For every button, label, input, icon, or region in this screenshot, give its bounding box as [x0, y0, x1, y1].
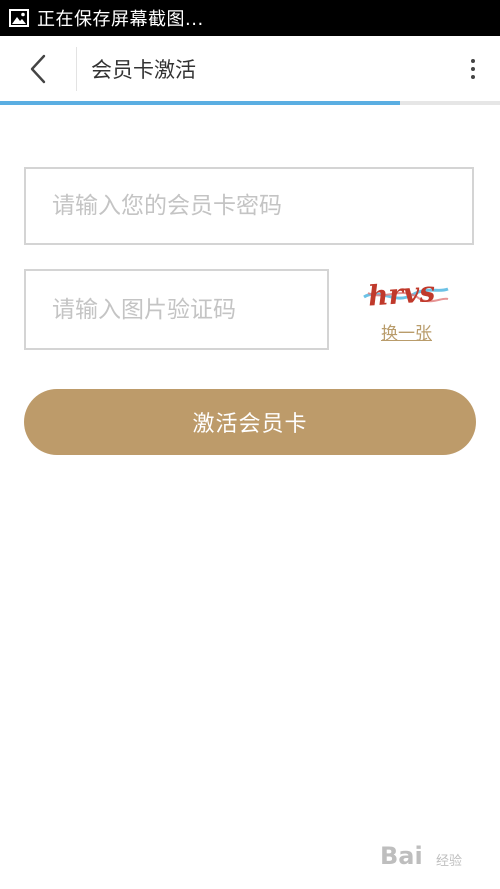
captcha-image[interactable]: hrvs: [362, 271, 450, 317]
status-text: 正在保存屏幕截图...: [37, 9, 204, 30]
status-bar: 正在保存屏幕截图...: [0, 0, 500, 36]
page-title: 会员卡激活: [91, 58, 196, 82]
more-dot-icon: [471, 75, 475, 79]
watermark-text: Bai: [380, 842, 423, 870]
app-bar: 会员卡激活: [0, 36, 500, 102]
page-load-progress: [0, 101, 500, 105]
chevron-left-icon: [30, 54, 46, 84]
title-divider: [76, 47, 77, 91]
more-options-button[interactable]: [466, 54, 480, 84]
baidu-watermark: Bai 经验: [380, 832, 492, 880]
back-button[interactable]: [0, 36, 76, 102]
progress-fill: [0, 101, 400, 105]
card-password-input[interactable]: [24, 167, 474, 245]
captcha-text: hrvs: [367, 275, 437, 313]
refresh-captcha-link[interactable]: 换一张: [381, 319, 432, 344]
activate-card-button[interactable]: 激活会员卡: [24, 389, 476, 455]
more-dot-icon: [471, 67, 475, 71]
more-dot-icon: [471, 59, 475, 63]
captcha-input[interactable]: [24, 269, 329, 350]
watermark-sub: 经验: [436, 854, 463, 869]
image-icon: [9, 9, 29, 27]
